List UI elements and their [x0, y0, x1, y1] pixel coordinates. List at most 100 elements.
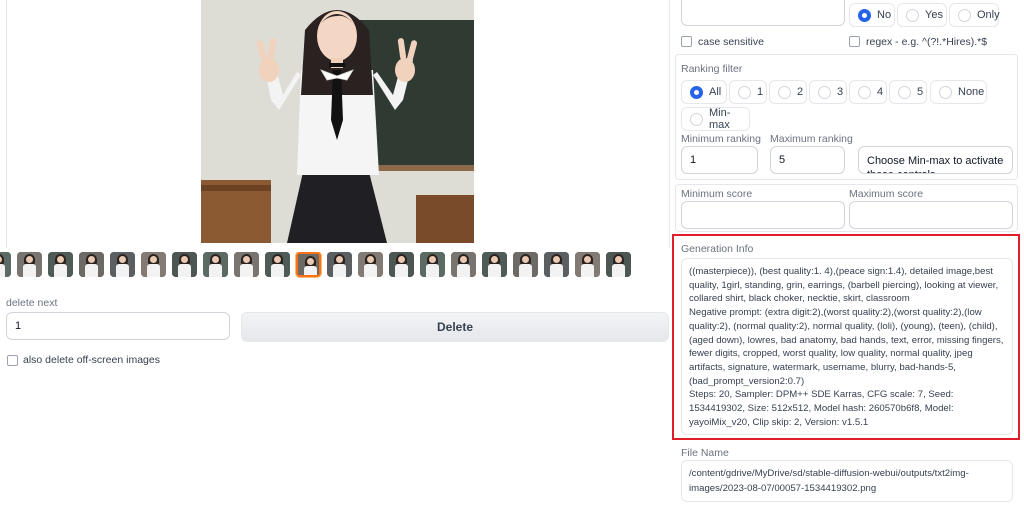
radio-dot-icon: [690, 112, 703, 126]
rank-2-label: 2: [797, 86, 804, 98]
gallery-thumbnail[interactable]: [79, 252, 104, 277]
gallery-thumbnail[interactable]: [389, 252, 414, 277]
gallery-thumbnail[interactable]: [234, 252, 259, 277]
file-name-label: File Name: [681, 447, 729, 459]
thumbnail-body: [147, 264, 160, 277]
image-preview[interactable]: [201, 0, 474, 243]
search-input[interactable]: [681, 0, 845, 26]
radio-dot-icon: [778, 85, 791, 99]
min-score-input[interactable]: [681, 201, 845, 229]
gallery-thumbnail[interactable]: [606, 252, 631, 277]
gallery-thumbnail[interactable]: [575, 252, 600, 277]
rank-min-max[interactable]: Min-max: [681, 107, 750, 131]
thumbnail-strip[interactable]: [0, 252, 658, 280]
thumbnail-body: [333, 264, 346, 277]
thumbnail-body: [178, 264, 191, 277]
thumbnail-face: [615, 256, 622, 263]
also-delete-label: also delete off-screen images: [23, 354, 160, 366]
gallery-border-left: [6, 0, 7, 248]
max-ranking-input[interactable]: 5: [770, 146, 845, 174]
gallery-thumbnail[interactable]: [110, 252, 135, 277]
delete-next-input[interactable]: 1: [6, 312, 230, 340]
gallery-thumbnail[interactable]: [17, 252, 42, 277]
radio-dot-icon: [858, 85, 871, 99]
rank-all[interactable]: All: [681, 80, 727, 104]
rank-1[interactable]: 1: [729, 80, 767, 104]
max-score-label: Maximum score: [849, 188, 924, 200]
delete-button[interactable]: Delete: [241, 312, 669, 342]
thumbnail-face: [398, 256, 405, 263]
thumbnail-face: [243, 256, 250, 263]
gallery-thumbnail[interactable]: [172, 252, 197, 277]
rank-3[interactable]: 3: [809, 80, 847, 104]
min-ranking-label: Minimum ranking: [681, 133, 761, 145]
thumbnail-face: [336, 256, 343, 263]
max-ranking-label: Maximum ranking: [770, 133, 853, 145]
gallery-thumbnail[interactable]: [265, 252, 290, 277]
gallery-thumbnail[interactable]: [451, 252, 476, 277]
thumbnail-body: [488, 264, 501, 277]
gallery-panel: delete next 1 Delete also delete off-scr…: [0, 0, 672, 513]
radio-no[interactable]: No: [849, 3, 895, 27]
gallery-thumbnail[interactable]: [0, 252, 11, 277]
gallery-border-right: [669, 0, 670, 248]
gallery-thumbnail[interactable]: [48, 252, 73, 277]
thumbnail-face: [150, 256, 157, 263]
rank-2[interactable]: 2: [769, 80, 807, 104]
thumbnail-body: [209, 264, 222, 277]
regex-label: regex - e.g. ^(?!.*Hires).*$: [866, 36, 988, 48]
thumbnail-face: [553, 256, 560, 263]
radio-yes-label: Yes: [925, 9, 943, 21]
file-name-text[interactable]: /content/gdrive/MyDrive/sd/stable-diffus…: [681, 460, 1013, 502]
thumbnail-face: [57, 256, 64, 263]
also-delete-checkbox[interactable]: [7, 355, 18, 366]
gallery-thumbnail[interactable]: [327, 252, 352, 277]
radio-dot-icon: [906, 8, 919, 22]
rank-4-label: 4: [877, 86, 884, 98]
thumbnail-face: [88, 256, 95, 263]
min-ranking-input[interactable]: 1: [681, 146, 758, 174]
thumbnail-body: [550, 264, 563, 277]
rank-3-label: 3: [837, 86, 844, 98]
gallery-thumbnail[interactable]: [141, 252, 166, 277]
generation-info-text[interactable]: ((masterpiece)), (best quality:1. 4),(pe…: [681, 258, 1013, 435]
rank-1-label: 1: [757, 86, 764, 98]
rank-5-label: 5: [917, 86, 924, 98]
thumbnail-face: [584, 256, 591, 263]
rank-5[interactable]: 5: [889, 80, 927, 104]
gallery-thumbnail[interactable]: [482, 252, 507, 277]
thumbnail-body: [457, 264, 470, 277]
gallery-thumbnail[interactable]: [513, 252, 538, 277]
max-score-input[interactable]: [849, 201, 1013, 229]
rank-min-max-label: Min-max: [709, 107, 731, 131]
gallery-thumbnail[interactable]: [203, 252, 228, 277]
thumbnail-face: [26, 256, 33, 263]
thumbnail-body: [240, 264, 253, 277]
thumbnail-body: [23, 264, 36, 277]
gallery-thumbnail[interactable]: [420, 252, 445, 277]
preview-image-icon: [201, 0, 474, 243]
thumbnail-face: [429, 256, 436, 263]
radio-dot-icon: [858, 8, 871, 22]
min-score-label: Minimum score: [681, 188, 753, 200]
case-sensitive-checkbox[interactable]: [681, 36, 692, 47]
radio-yes[interactable]: Yes: [897, 3, 947, 27]
gallery-thumbnail[interactable]: [296, 252, 321, 277]
thumbnail-face: [274, 256, 281, 263]
gallery-thumbnail[interactable]: [358, 252, 383, 277]
thumbnail-body: [54, 264, 67, 277]
radio-dot-icon: [958, 8, 971, 22]
radio-only[interactable]: Only: [949, 3, 1000, 27]
rank-none[interactable]: None: [930, 80, 987, 104]
thumbnail-body: [612, 264, 625, 277]
regex-checkbox[interactable]: [849, 36, 860, 47]
ranking-filter-title: Ranking filter: [681, 63, 743, 75]
gallery-thumbnail[interactable]: [544, 252, 569, 277]
radio-dot-icon: [939, 85, 952, 99]
thumbnail-face: [181, 256, 188, 263]
rank-4[interactable]: 4: [849, 80, 887, 104]
thumbnail-body: [85, 264, 98, 277]
delete-next-label: delete next: [6, 297, 58, 309]
thumbnail-face: [119, 256, 126, 263]
rank-all-label: All: [709, 86, 722, 98]
